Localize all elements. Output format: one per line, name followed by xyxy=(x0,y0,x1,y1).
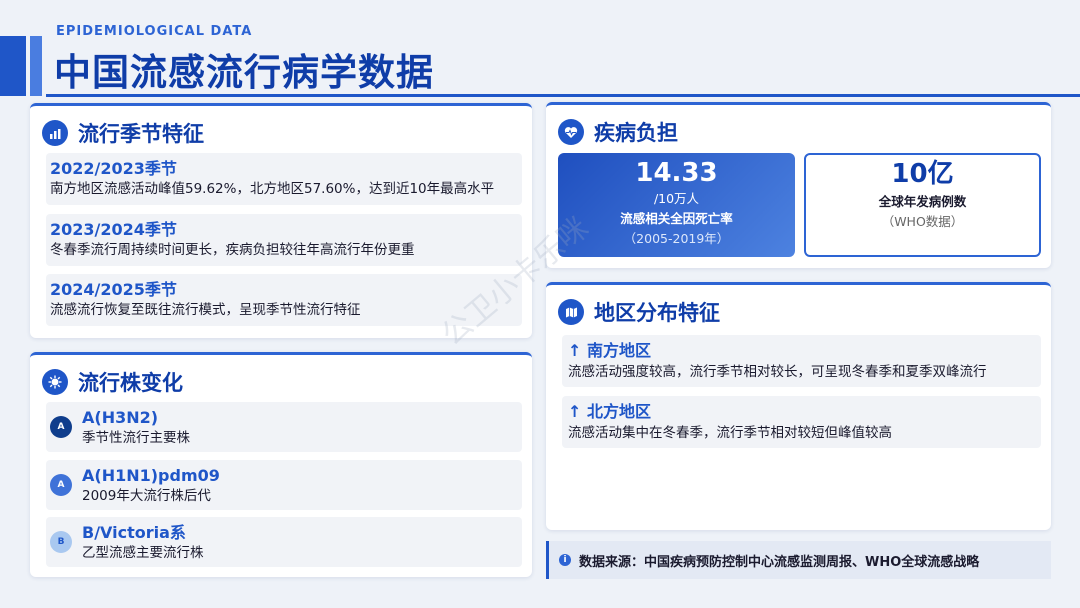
strains-card-title: 流行株变化 xyxy=(78,371,183,395)
strain-name: B/Victoria系 xyxy=(82,522,186,542)
strain-row: B B/Victoria系 乙型流感主要流行株 xyxy=(46,517,522,567)
map-icon xyxy=(558,299,584,325)
header-divider xyxy=(46,94,1080,97)
info-icon: i xyxy=(559,554,571,566)
data-source-text: 数据来源：中国疾病预防控制中心流感监测周报、WHO全球流感战略 xyxy=(579,554,980,570)
mortality-value: 14.33 xyxy=(635,158,718,188)
season-text: 冬春季流行周持续时间更长，疾病负担较往年高流行年份更重 xyxy=(50,242,415,258)
region-card: 地区分布特征 ↑ 南方地区 流感活动强度较高，流行季节相对较长，可呈现冬春季和夏… xyxy=(546,282,1051,530)
header-subtitle: EPIDEMIOLOGICAL DATA xyxy=(56,24,253,39)
strain-desc: 2009年大流行株后代 xyxy=(82,487,211,504)
region-row: ↑ 北方地区 流感活动集中在冬春季，流行季节相对较短但峰值较高 xyxy=(562,396,1041,448)
mortality-label: 流感相关全因死亡率 xyxy=(620,211,733,226)
chart-icon xyxy=(42,120,68,146)
strain-badge: A xyxy=(50,416,72,438)
mortality-unit: /10万人 xyxy=(653,191,700,206)
global-cases-note: （WHO数据） xyxy=(881,214,964,229)
arrow-up-icon: ↑ xyxy=(568,402,582,421)
region-row: ↑ 南方地区 流感活动强度较高，流行季节相对较长，可呈现冬春季和夏季双峰流行 xyxy=(562,335,1041,387)
strain-row: A A(H1N1)pdm09 2009年大流行株后代 xyxy=(46,460,522,510)
global-cases-stat-card: 10亿 全球年发病例数 （WHO数据） xyxy=(804,153,1041,257)
region-card-title: 地区分布特征 xyxy=(594,301,720,325)
region-card-header: 地区分布特征 xyxy=(558,297,720,327)
strain-desc: 乙型流感主要流行株 xyxy=(82,544,204,561)
strain-badge: B xyxy=(50,531,72,553)
page-title: 中国流感流行病学数据 xyxy=(54,51,434,94)
region-text: 流感活动强度较高，流行季节相对较长，可呈现冬春季和夏季双峰流行 xyxy=(568,364,987,380)
burden-card: 疾病负担 14.33 /10万人 流感相关全因死亡率 （2005-2019年） … xyxy=(546,102,1051,268)
season-label: 2024/2025季节 xyxy=(50,280,177,299)
heart-pulse-icon xyxy=(558,119,584,145)
season-text: 南方地区流感活动峰值59.62%，北方地区57.60%，达到近10年最高水平 xyxy=(50,181,495,197)
virus-icon xyxy=(42,369,68,395)
strains-card-header: 流行株变化 xyxy=(42,367,183,397)
global-cases-value: 10亿 xyxy=(891,159,954,189)
strains-card: 流行株变化 A A(H3N2) 季节性流行主要株 A A(H1N1)pdm09 … xyxy=(30,352,532,577)
mortality-stat-card: 14.33 /10万人 流感相关全因死亡率 （2005-2019年） xyxy=(558,153,795,257)
region-text: 流感活动集中在冬春季，流行季节相对较短但峰值较高 xyxy=(568,425,892,441)
strain-row: A A(H3N2) 季节性流行主要株 xyxy=(46,402,522,452)
strain-badge: A xyxy=(50,474,72,496)
season-row: 2023/2024季节 冬春季流行周持续时间更长，疾病负担较往年高流行年份更重 xyxy=(46,214,522,266)
season-card-title: 流行季节特征 xyxy=(78,122,204,146)
season-label: 2022/2023季节 xyxy=(50,159,177,178)
season-row: 2022/2023季节 南方地区流感活动峰值59.62%，北方地区57.60%，… xyxy=(46,153,522,205)
header-accent-block xyxy=(0,36,26,96)
arrow-up-icon: ↑ xyxy=(568,341,582,360)
season-label: 2023/2024季节 xyxy=(50,220,177,239)
burden-card-title: 疾病负担 xyxy=(594,121,678,145)
region-label: 北方地区 xyxy=(586,402,651,421)
data-source-note: i 数据来源：中国疾病预防控制中心流感监测周报、WHO全球流感战略 xyxy=(546,541,1051,579)
burden-card-header: 疾病负担 xyxy=(558,117,678,147)
global-cases-label: 全球年发病例数 xyxy=(878,194,967,209)
season-card-header: 流行季节特征 xyxy=(42,118,204,148)
region-label: 南方地区 xyxy=(586,341,651,360)
strain-desc: 季节性流行主要株 xyxy=(82,429,190,446)
strain-name: A(H3N2) xyxy=(82,407,159,427)
header-accent-block-small xyxy=(30,36,42,96)
strain-name: A(H1N1)pdm09 xyxy=(82,465,220,485)
